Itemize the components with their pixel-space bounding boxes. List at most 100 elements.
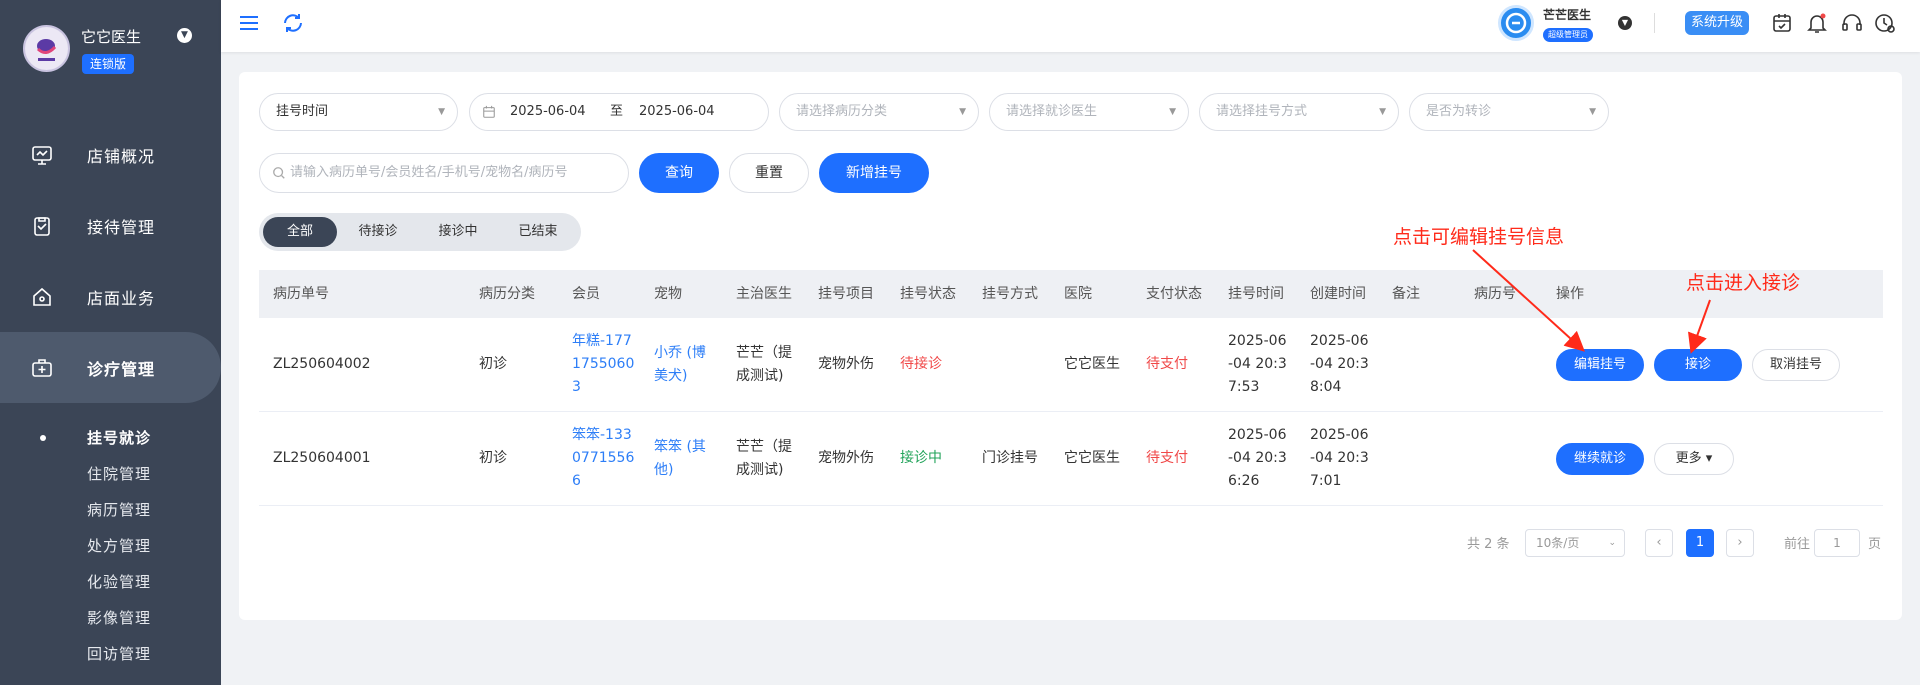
pagination-total: 共 2 条	[1467, 537, 1510, 552]
search-icon	[273, 167, 285, 179]
divider	[1654, 13, 1655, 33]
time-line: 8:04	[1310, 379, 1342, 395]
date-separator: 至	[610, 104, 624, 119]
pet-line: 笨笨 (其	[654, 439, 706, 455]
calendar-icon[interactable]	[1770, 11, 1794, 35]
doctor-line: 芒芒（提	[736, 439, 792, 455]
sidebar-subitem-followup[interactable]: 回访管理	[87, 643, 151, 664]
sidebar-item-label: 店铺概况	[87, 146, 156, 166]
sidebar-item-store-overview[interactable]: 店铺概况	[0, 119, 221, 190]
member-link[interactable]: 年糕-177 1755060 3	[572, 330, 634, 399]
time-line: -04 20:3	[1310, 450, 1369, 466]
reset-button[interactable]: 重置	[729, 153, 809, 193]
select-placeholder: 请选择病历分类	[796, 104, 888, 119]
reg-item: 宠物外伤	[818, 356, 874, 372]
date-range-picker[interactable]: 2025-06-04 至 2025-06-04	[469, 93, 769, 131]
menu-icon[interactable]	[237, 11, 261, 35]
prev-page-button[interactable]: ‹	[1645, 529, 1673, 557]
transfer-select[interactable]: 是否为转诊 ▼	[1409, 93, 1609, 131]
tab-in-progress[interactable]: 接诊中	[421, 217, 495, 247]
sidebar-item-diagnosis[interactable]: 诊疗管理	[0, 332, 221, 403]
column-header: 操作	[1556, 286, 1584, 302]
sidebar: 它它医生 连锁版 ▼ 店铺概况 接待管理 店面业务 诊疗管理 挂号就诊 住院管理…	[0, 0, 221, 685]
sidebar-item-reception[interactable]: 接待管理	[0, 190, 221, 261]
sidebar-subitem-registration[interactable]: 挂号就诊	[87, 427, 151, 448]
member-line: 0771556	[572, 450, 635, 466]
reg-item: 宠物外伤	[818, 450, 874, 466]
tab-all[interactable]: 全部	[263, 217, 337, 247]
pet-link[interactable]: 小乔 (博 美犬)	[654, 342, 706, 388]
clipboard-icon	[34, 216, 50, 236]
chevron-down-icon[interactable]: ▼	[1618, 16, 1632, 30]
status-badge: 待接诊	[900, 356, 942, 372]
page-size-select[interactable]: 10条/页 ⌄	[1525, 529, 1625, 557]
cancel-registration-button[interactable]: 取消挂号	[1752, 349, 1840, 381]
page-number-current[interactable]: 1	[1686, 529, 1714, 557]
query-button[interactable]: 查询	[639, 153, 719, 193]
next-page-button[interactable]: ›	[1726, 529, 1754, 557]
record-category-select[interactable]: 请选择病历分类 ▼	[779, 93, 979, 131]
chevron-down-icon: ▼	[1589, 107, 1596, 117]
date-end: 2025-06-04	[639, 104, 715, 119]
table-header: 病历单号 病历分类 会员 宠物 主治医生 挂号项目 挂号状态 挂号方式 医院 支…	[259, 270, 1883, 318]
member-line: 笨笨-133	[572, 427, 632, 443]
reg-method-select[interactable]: 请选择挂号方式 ▼	[1199, 93, 1399, 131]
member-link[interactable]: 笨笨-133 0771556 6	[572, 424, 634, 493]
refresh-icon[interactable]	[281, 11, 305, 35]
create-time: 2025-06 -04 20:3 8:04	[1310, 330, 1369, 399]
sidebar-subitem-imaging[interactable]: 影像管理	[87, 607, 151, 628]
record-no: ZL250604001	[273, 450, 371, 466]
chevron-down-icon[interactable]: ▼	[177, 28, 192, 43]
pet-line: 美犬)	[654, 368, 688, 384]
member-line: 3	[572, 379, 581, 395]
sidebar-subitem-prescriptions[interactable]: 处方管理	[87, 535, 151, 556]
more-button[interactable]: 更多 ▾	[1654, 443, 1734, 475]
column-header: 挂号状态	[900, 286, 956, 302]
column-header: 挂号方式	[982, 286, 1038, 302]
sidebar-subitem-lab[interactable]: 化验管理	[87, 571, 151, 592]
pet-line: 小乔 (博	[654, 345, 706, 361]
time-line: -04 20:3	[1310, 356, 1369, 372]
user-avatar[interactable]	[1498, 5, 1534, 41]
sidebar-item-label: 接待管理	[87, 217, 156, 237]
doctor-select[interactable]: 请选择就诊医生 ▼	[989, 93, 1189, 131]
select-placeholder: 请选择挂号方式	[1216, 104, 1308, 119]
user-name: 芒芒医生	[1543, 8, 1592, 22]
goto-page-input[interactable]: 1	[1814, 529, 1860, 557]
time-line: -04 20:3	[1228, 450, 1287, 466]
receive-button[interactable]: 接诊	[1654, 349, 1742, 381]
doctor-line: 成测试)	[736, 368, 784, 384]
edit-registration-button[interactable]: 编辑挂号	[1556, 349, 1644, 381]
time-type-select[interactable]: 挂号时间 ▼	[259, 93, 458, 131]
search-input[interactable]: 请输入病历单号/会员姓名/手机号/宠物名/病历号	[259, 153, 629, 193]
column-header: 挂号项目	[818, 286, 874, 302]
time-line: 2025-06	[1228, 427, 1287, 443]
tab-finished[interactable]: 已结束	[501, 217, 575, 247]
active-dot	[40, 435, 46, 441]
sidebar-subitem-records[interactable]: 病历管理	[87, 499, 151, 520]
brand: 它它医生 连锁版 ▼	[0, 0, 221, 102]
system-upgrade-button[interactable]: 系统升级	[1685, 11, 1750, 35]
column-header: 病历分类	[479, 286, 535, 302]
column-header: 会员	[572, 286, 600, 302]
edit-hint-annotation: 点击可编辑挂号信息	[1393, 226, 1565, 248]
tab-waiting[interactable]: 待接诊	[341, 217, 415, 247]
record-category: 初诊	[479, 356, 507, 372]
sidebar-item-store-business[interactable]: 店面业务	[0, 261, 221, 332]
time-line: 7:53	[1228, 379, 1260, 395]
pay-status: 待支付	[1146, 450, 1188, 466]
pet-link[interactable]: 笨笨 (其 他)	[654, 436, 706, 482]
continue-visit-button[interactable]: 继续就诊	[1556, 443, 1644, 475]
add-registration-button[interactable]: 新增挂号	[819, 153, 929, 193]
headset-icon[interactable]	[1840, 11, 1864, 35]
member-line: 年糕-177	[572, 333, 632, 349]
column-header: 病历号	[1474, 286, 1516, 302]
sidebar-subitem-hospitalization[interactable]: 住院管理	[87, 463, 151, 484]
page-suffix: 页	[1868, 537, 1882, 552]
receive-hint-annotation: 点击进入接诊	[1686, 272, 1801, 294]
sidebar-item-label: 诊疗管理	[87, 359, 156, 379]
clock-icon[interactable]	[1873, 11, 1897, 35]
medical-kit-icon	[32, 358, 52, 377]
bell-icon[interactable]	[1805, 11, 1829, 35]
chevron-down-icon: ▼	[438, 107, 445, 117]
